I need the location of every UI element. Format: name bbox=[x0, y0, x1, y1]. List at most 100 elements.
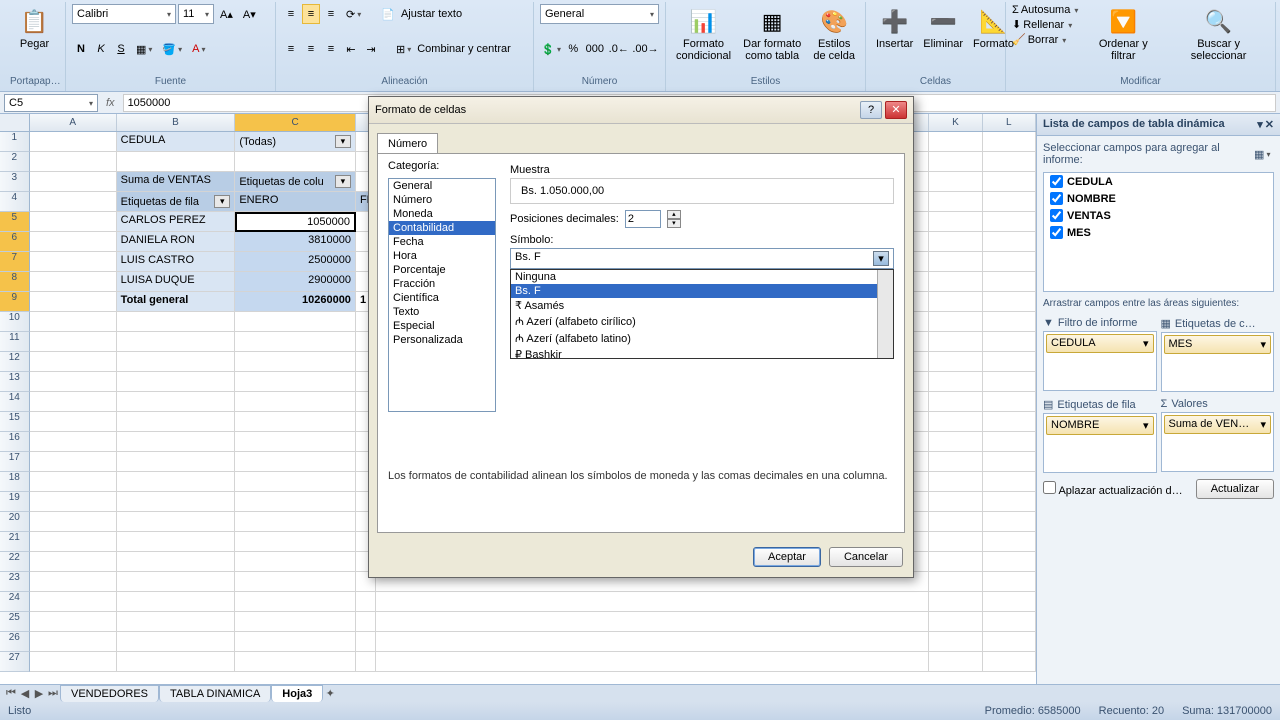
cell[interactable] bbox=[983, 352, 1036, 372]
filter-area[interactable]: CEDULA▾ bbox=[1043, 331, 1157, 391]
cell[interactable] bbox=[376, 632, 929, 652]
cell[interactable] bbox=[929, 132, 982, 152]
cell[interactable] bbox=[235, 312, 356, 332]
cell[interactable] bbox=[376, 652, 929, 672]
cell[interactable] bbox=[983, 532, 1036, 552]
symbol-option[interactable]: ₽ Bashkir bbox=[511, 347, 893, 359]
align-center-button[interactable]: ≡ bbox=[302, 39, 320, 59]
dialog-help-button[interactable]: ? bbox=[860, 101, 882, 119]
format-table-button[interactable]: ▦Dar formato como tabla bbox=[737, 4, 807, 64]
new-sheet-button[interactable]: ✦ bbox=[323, 687, 337, 700]
cell[interactable] bbox=[235, 152, 356, 172]
cell[interactable] bbox=[30, 432, 117, 452]
cell[interactable] bbox=[30, 332, 117, 352]
cell[interactable] bbox=[983, 312, 1036, 332]
row-header[interactable]: 11 bbox=[0, 332, 30, 352]
cols-area[interactable]: MES▾ bbox=[1161, 332, 1275, 392]
cell[interactable] bbox=[356, 652, 376, 672]
fx-icon[interactable]: fx bbox=[102, 97, 119, 109]
row-header[interactable]: 22 bbox=[0, 552, 30, 572]
symbol-option[interactable]: ₹ Asamés bbox=[511, 298, 893, 313]
align-bottom-button[interactable]: ≡ bbox=[322, 4, 340, 24]
cell[interactable] bbox=[117, 532, 236, 552]
cell[interactable] bbox=[929, 192, 982, 212]
symbol-option[interactable]: Bs. F bbox=[511, 284, 893, 298]
cols-item[interactable]: MES▾ bbox=[1164, 335, 1272, 354]
cell[interactable] bbox=[983, 612, 1036, 632]
cell[interactable] bbox=[235, 372, 356, 392]
cell[interactable] bbox=[30, 652, 117, 672]
next-sheet-button[interactable]: ▶ bbox=[32, 687, 46, 700]
field-item[interactable]: NOMBRE bbox=[1044, 190, 1273, 207]
row-header[interactable]: 12 bbox=[0, 352, 30, 372]
field-item[interactable]: CEDULA bbox=[1044, 173, 1273, 190]
cell[interactable] bbox=[117, 472, 236, 492]
cell[interactable]: CEDULA bbox=[117, 132, 236, 152]
row-header[interactable]: 7 bbox=[0, 252, 30, 272]
field-checklist[interactable]: CEDULA NOMBRE VENTAS MES bbox=[1043, 172, 1274, 292]
cell[interactable] bbox=[30, 212, 117, 232]
sort-filter-button[interactable]: 🔽Ordenar y filtrar bbox=[1084, 4, 1162, 64]
shrink-font-button[interactable]: A▾ bbox=[239, 4, 260, 24]
field-item[interactable]: VENTAS bbox=[1044, 207, 1273, 224]
symbol-scrollbar[interactable] bbox=[877, 270, 893, 358]
prev-sheet-button[interactable]: ◀ bbox=[18, 687, 32, 700]
row-header[interactable]: 1 bbox=[0, 132, 30, 152]
row-header[interactable]: 5 bbox=[0, 212, 30, 232]
cell[interactable] bbox=[30, 292, 117, 312]
cell[interactable] bbox=[30, 272, 117, 292]
cell[interactable] bbox=[929, 332, 982, 352]
cell[interactable] bbox=[235, 412, 356, 432]
category-item[interactable]: Contabilidad bbox=[389, 221, 495, 235]
font-color-button[interactable]: A bbox=[188, 39, 209, 59]
cell[interactable] bbox=[117, 332, 236, 352]
symbol-option[interactable]: ₼ Azerí (alfabeto latino) bbox=[511, 330, 893, 347]
cell[interactable] bbox=[117, 572, 236, 592]
row-header[interactable]: 25 bbox=[0, 612, 30, 632]
cell[interactable] bbox=[356, 612, 376, 632]
cell[interactable] bbox=[929, 212, 982, 232]
cell[interactable] bbox=[30, 452, 117, 472]
cell[interactable] bbox=[117, 412, 236, 432]
first-sheet-button[interactable]: ⏮ bbox=[4, 687, 18, 700]
cell[interactable] bbox=[117, 552, 236, 572]
cell[interactable]: LUIS CASTRO bbox=[117, 252, 236, 272]
cell[interactable] bbox=[929, 272, 982, 292]
cell[interactable] bbox=[983, 452, 1036, 472]
delete-cells-button[interactable]: ➖Eliminar bbox=[919, 4, 967, 52]
cell[interactable] bbox=[30, 552, 117, 572]
cell[interactable] bbox=[983, 152, 1036, 172]
cell[interactable] bbox=[235, 452, 356, 472]
cell[interactable] bbox=[235, 532, 356, 552]
category-item[interactable]: Texto bbox=[389, 305, 495, 319]
cell[interactable]: 10260000 bbox=[235, 292, 356, 312]
cell[interactable] bbox=[983, 652, 1036, 672]
cell[interactable]: DANIELA RON bbox=[117, 232, 236, 252]
dialog-tab-number[interactable]: Número bbox=[377, 133, 438, 154]
cell[interactable] bbox=[983, 212, 1036, 232]
italic-button[interactable]: K bbox=[92, 39, 110, 59]
cell[interactable] bbox=[117, 392, 236, 412]
row-header[interactable]: 6 bbox=[0, 232, 30, 252]
find-select-button[interactable]: 🔍Buscar y seleccionar bbox=[1168, 4, 1269, 64]
cell[interactable] bbox=[30, 132, 117, 152]
conditional-format-button[interactable]: 📊Formato condicional bbox=[672, 4, 735, 64]
autosum-button[interactable]: Autosuma bbox=[1021, 4, 1071, 16]
field-checkbox[interactable] bbox=[1050, 192, 1063, 205]
cell[interactable] bbox=[235, 472, 356, 492]
cell[interactable] bbox=[929, 532, 982, 552]
align-middle-button[interactable]: ≡ bbox=[302, 4, 320, 24]
paste-button[interactable]: 📋 Pegar bbox=[10, 4, 59, 52]
borders-button[interactable]: ▦ bbox=[132, 39, 156, 59]
symbol-dropdown-list[interactable]: NingunaBs. F₹ Asamés₼ Azerí (alfabeto ci… bbox=[510, 269, 894, 359]
align-left-button[interactable]: ≡ bbox=[282, 39, 300, 59]
cell[interactable] bbox=[30, 372, 117, 392]
cell[interactable]: Total general bbox=[117, 292, 236, 312]
cell[interactable] bbox=[983, 272, 1036, 292]
row-header[interactable]: 20 bbox=[0, 512, 30, 532]
symbol-option[interactable]: Ninguna bbox=[511, 270, 893, 284]
cell[interactable] bbox=[235, 492, 356, 512]
cell[interactable] bbox=[30, 592, 117, 612]
row-header[interactable]: 19 bbox=[0, 492, 30, 512]
wrap-text-button[interactable]: 📄 bbox=[377, 4, 399, 24]
